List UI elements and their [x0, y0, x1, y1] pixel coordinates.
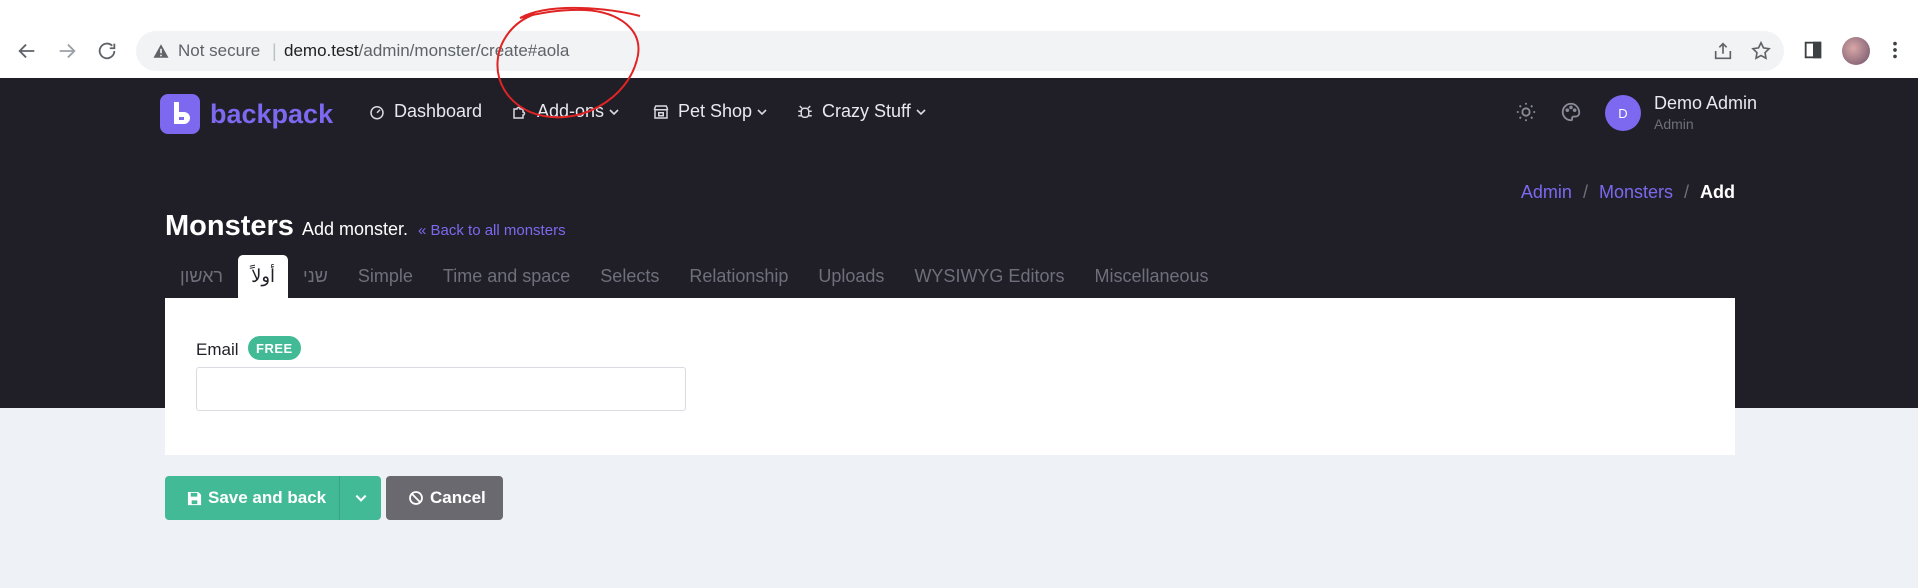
tab-rishon[interactable]: ראשון — [165, 255, 238, 298]
nav-crazy-stuff-label: Crazy Stuff — [822, 101, 911, 121]
save-options-dropdown[interactable] — [339, 476, 381, 520]
nav-add-ons[interactable]: Add-ons — [511, 101, 620, 122]
nav-add-ons-label: Add-ons — [537, 101, 605, 121]
nav-dashboard-label: Dashboard — [394, 101, 483, 121]
nav-pet-shop[interactable]: Pet Shop — [652, 101, 768, 122]
breadcrumb-active: Add — [1700, 182, 1735, 202]
forward-arrow-icon[interactable] — [54, 38, 80, 64]
share-icon[interactable] — [1712, 40, 1734, 62]
back-arrow-icon[interactable] — [14, 38, 40, 64]
omnibox-separator: | — [272, 41, 277, 61]
chevron-down-icon — [355, 494, 366, 502]
tab-bar: ראשון أولاً שני Simple Time and space Se… — [165, 255, 1224, 298]
page-subtitle: Add monster. — [302, 219, 409, 239]
sidebar-icon[interactable] — [1802, 39, 1824, 61]
brand[interactable]: backpack — [160, 94, 333, 134]
gauge-icon — [370, 105, 384, 119]
ban-icon — [409, 491, 423, 505]
email-label: Email — [196, 340, 239, 359]
cancel-label: Cancel — [430, 488, 486, 507]
page-title: Monsters — [165, 210, 294, 242]
nav-crazy-stuff[interactable]: Crazy Stuff — [796, 101, 927, 122]
profile-avatar[interactable] — [1842, 37, 1870, 65]
url-path: /admin/monster/create#aola — [358, 41, 570, 60]
tab-selects[interactable]: Selects — [585, 255, 674, 298]
free-badge: FREE — [248, 336, 301, 360]
nav-pet-shop-label: Pet Shop — [678, 101, 753, 121]
breadcrumb-admin[interactable]: Admin — [1521, 182, 1572, 203]
tab-miscellaneous[interactable]: Miscellaneous — [1079, 255, 1223, 298]
breadcrumb: Admin / Monsters / Add — [1521, 182, 1735, 203]
back-link-label: Back to all monsters — [430, 222, 566, 239]
breadcrumb-monsters[interactable]: Monsters — [1599, 182, 1673, 203]
chevron-down-icon — [609, 108, 619, 115]
bug-icon — [798, 104, 812, 118]
chevron-down-icon — [757, 108, 767, 115]
warning-icon[interactable] — [152, 42, 170, 60]
nav-dashboard[interactable]: Dashboard — [368, 101, 482, 122]
save-button-group: Save and back — [165, 476, 381, 520]
store-icon — [653, 104, 669, 119]
tab-time-and-space[interactable]: Time and space — [428, 255, 585, 298]
security-label[interactable]: Not secure — [178, 41, 260, 61]
kebab-menu-icon[interactable] — [1884, 39, 1906, 61]
breadcrumb-separator: / — [1582, 182, 1588, 202]
user-name[interactable]: Demo Admin — [1654, 93, 1757, 114]
form-card: Email FREE — [165, 298, 1735, 455]
tab-awwalan[interactable]: أولاً — [238, 255, 289, 298]
reload-icon[interactable] — [94, 38, 120, 64]
breadcrumb-separator: / — [1683, 182, 1689, 202]
star-icon[interactable] — [1750, 40, 1772, 62]
user-role: Admin — [1654, 116, 1694, 132]
tab-wysiwyg-editors[interactable]: WYSIWYG Editors — [899, 255, 1079, 298]
tab-relationship[interactable]: Relationship — [674, 255, 803, 298]
cancel-button[interactable]: Cancel — [386, 476, 503, 520]
back-to-list-link[interactable]: « Back to all monsters — [418, 222, 566, 239]
tab-simple[interactable]: Simple — [343, 255, 428, 298]
palette-icon[interactable] — [1560, 101, 1582, 123]
chevron-down-icon — [916, 108, 926, 115]
sun-icon[interactable] — [1515, 101, 1537, 123]
address-bar[interactable]: Not secure | demo.test/admin/monster/cre… — [136, 31, 1784, 71]
tab-uploads[interactable]: Uploads — [803, 255, 899, 298]
floppy-disk-icon — [187, 491, 202, 505]
brand-name: backpack — [210, 98, 334, 129]
url-text[interactable]: demo.test/admin/monster/create#aola — [284, 41, 569, 61]
email-field[interactable] — [196, 367, 686, 411]
save-and-back-label: Save and back — [208, 488, 327, 507]
puzzle-icon — [513, 106, 526, 119]
save-and-back-button[interactable]: Save and back — [165, 476, 339, 520]
tab-sheni[interactable]: שני — [288, 255, 343, 298]
url-host: demo.test — [284, 41, 359, 60]
backpack-logo-icon — [160, 94, 200, 134]
browser-toolbar: Not secure | demo.test/admin/monster/cre… — [0, 0, 1918, 78]
user-avatar[interactable]: D — [1605, 95, 1641, 131]
